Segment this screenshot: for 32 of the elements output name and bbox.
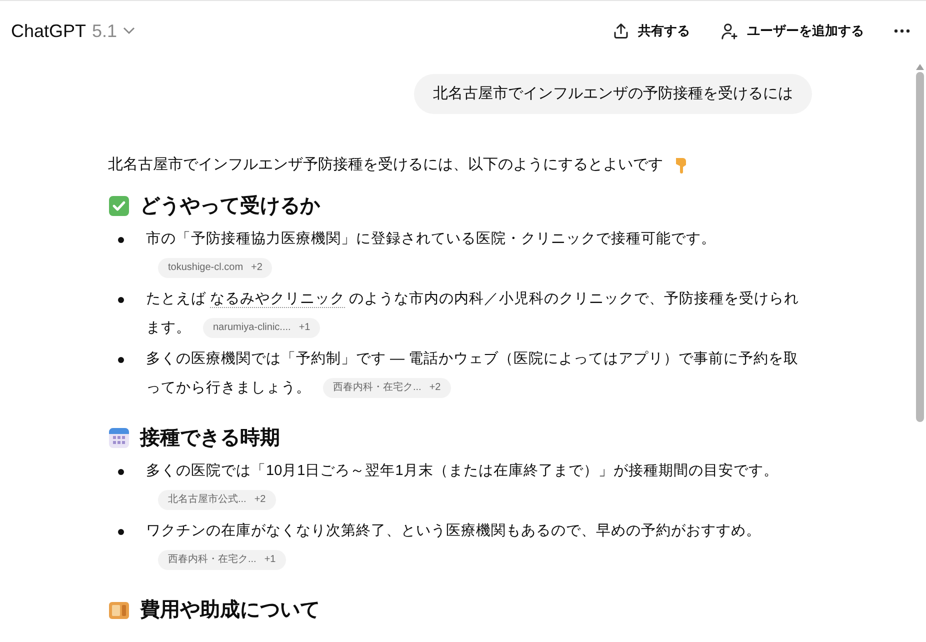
list-item-text: ワクチンの在庫がなくなり次第終了、という医療機関もあるので、早めの予約がおすすめ。 西春内科・在宅ク... +1 <box>146 516 812 574</box>
bullet-icon <box>118 356 124 362</box>
model-selector[interactable]: ChatGPT 5.1 <box>11 18 136 44</box>
bullet-icon <box>118 528 124 534</box>
answer-intro: 北名古屋市でインフルエンザ予防接種を受けるには、以下のようにするとよいです <box>108 155 663 175</box>
section-heading: 費用や助成について <box>140 598 320 622</box>
bullet-icon <box>118 236 124 242</box>
citation-chip[interactable]: 北名古屋市公式... +2 <box>158 490 276 510</box>
list-item-text: たとえば なるみやクリニック のような市内の内科／小児科のクリニックで、予防接種を受けられます。 narumiya-clinic.... +1 <box>146 284 812 342</box>
share-icon <box>612 22 630 40</box>
share-button[interactable]: 共有する <box>612 21 690 41</box>
add-user-button[interactable]: ユーザーを追加する <box>720 21 864 41</box>
bullet-icon <box>118 296 124 302</box>
citation-chip[interactable]: 西春内科・在宅ク... +2 <box>323 378 451 398</box>
citation-chip[interactable]: 西春内科・在宅ク... +1 <box>158 550 286 570</box>
list-item-text: 市の「予防接種協力医療機関」に登録されている医院・クリニックで接種可能です。 tokushige-cl.com +2 <box>146 224 812 282</box>
calendar-icon <box>108 426 130 448</box>
list-item-text: 多くの医院では「10月1日ごろ～翌年1月末（または在庫終了まで）」が接種期間の目安です。 北名古屋市公式... +2 <box>146 456 812 514</box>
list-item-text: 多くの医療機関では「予約制」です — 電話かウェブ（医院によってはアプリ）で事前に予約を取ってから行きましょう。 西春内科・在宅ク... +2 <box>146 344 812 402</box>
user-message-bubble: 北名古屋市でインフルエンザの予防接種を受けるには <box>414 74 812 114</box>
chevron-down-icon <box>123 27 136 35</box>
section-heading: 接種できる時期 <box>140 426 280 450</box>
check-icon <box>108 194 130 216</box>
scrollbar-thumb[interactable] <box>916 72 924 422</box>
more-icon[interactable] <box>894 29 910 33</box>
scroll-up-icon[interactable] <box>916 64 924 70</box>
add-user-icon <box>720 22 739 40</box>
clinic-link[interactable]: なるみやクリニック <box>210 290 346 308</box>
citation-chip[interactable]: tokushige-cl.com +2 <box>158 258 272 278</box>
citation-chip[interactable]: narumiya-clinic.... +1 <box>203 318 320 338</box>
section-heading: どうやって受けるか <box>140 194 320 218</box>
bullet-icon <box>118 468 124 474</box>
